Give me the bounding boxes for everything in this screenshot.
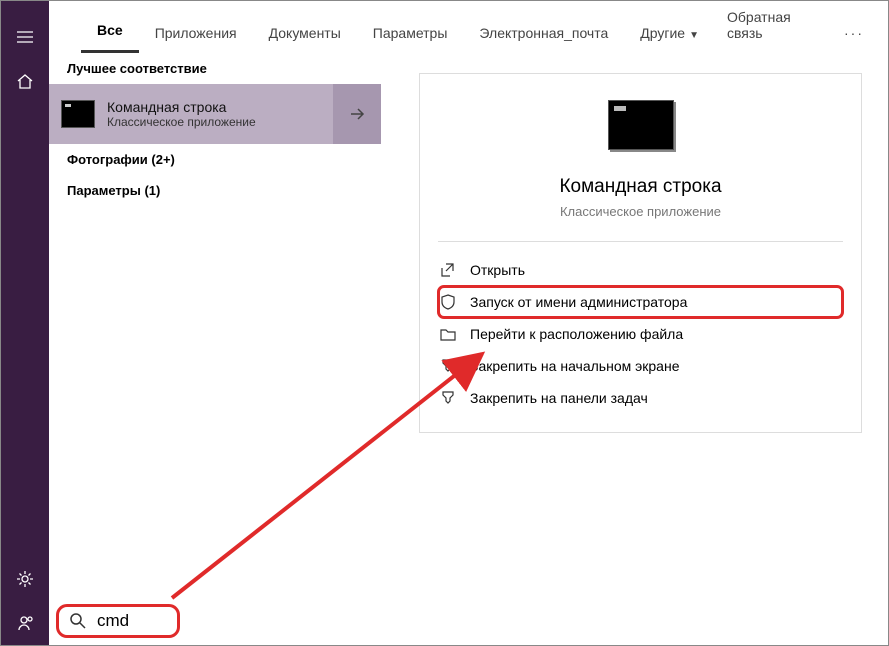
tab-other[interactable]: Другие ▼ — [624, 15, 715, 53]
tab-apps[interactable]: Приложения — [139, 15, 253, 53]
home-icon[interactable] — [1, 59, 49, 103]
result-main: Командная строка Классическое приложение — [49, 84, 333, 144]
action-open[interactable]: Открыть — [438, 254, 843, 286]
action-run-as-admin[interactable]: Запуск от имени администратора — [438, 286, 843, 318]
shield-icon — [440, 294, 456, 310]
tab-email[interactable]: Электронная_почта — [463, 15, 624, 53]
open-preview-button[interactable] — [333, 84, 381, 144]
action-pin-to-taskbar[interactable]: Закрепить на панели задач — [438, 382, 843, 414]
result-row-cmd[interactable]: Командная строка Классическое приложение — [49, 84, 381, 144]
chevron-down-icon: ▼ — [689, 30, 699, 41]
action-open-label: Открыть — [470, 262, 525, 278]
result-text: Командная строка Классическое приложение — [107, 99, 256, 129]
search-highlight — [59, 607, 177, 635]
menu-icon[interactable] — [1, 15, 49, 59]
search-bar — [49, 597, 888, 645]
actions-list: Открыть Запуск от имени администратора П… — [438, 254, 843, 414]
preview-card: Командная строка Классическое приложение… — [419, 73, 862, 433]
result-title: Командная строка — [107, 99, 256, 115]
gear-icon[interactable] — [1, 557, 49, 601]
pin-start-icon — [440, 358, 456, 374]
main-panel: Все Приложения Документы Параметры Элект… — [49, 1, 888, 645]
open-icon — [440, 262, 456, 278]
action-pin-task-label: Закрепить на панели задач — [470, 390, 648, 406]
search-icon — [69, 612, 87, 630]
category-photos[interactable]: Фотографии (2+) — [49, 144, 381, 175]
account-icon[interactable] — [1, 601, 49, 645]
search-input[interactable] — [97, 611, 167, 631]
best-match-label: Лучшее соответствие — [49, 53, 381, 84]
terminal-icon — [608, 100, 674, 150]
folder-icon — [440, 326, 456, 342]
action-location-label: Перейти к расположению файла — [470, 326, 683, 342]
pin-taskbar-icon — [440, 390, 456, 406]
action-admin-label: Запуск от имени администратора — [470, 294, 687, 310]
terminal-icon — [61, 100, 95, 128]
tab-documents[interactable]: Документы — [253, 15, 357, 53]
results-body: Лучшее соответствие Командная строка Кла… — [49, 53, 888, 597]
tab-settings[interactable]: Параметры — [357, 15, 464, 53]
left-sidebar — [1, 1, 49, 645]
category-settings[interactable]: Параметры (1) — [49, 175, 381, 206]
preview-pane: Командная строка Классическое приложение… — [381, 53, 888, 597]
feedback-link[interactable]: Обратная связь — [715, 0, 830, 53]
preview-title: Командная строка — [559, 176, 721, 198]
divider — [438, 241, 843, 242]
results-list: Лучшее соответствие Командная строка Кла… — [49, 53, 381, 597]
filter-tabs: Все Приложения Документы Параметры Элект… — [49, 1, 888, 53]
tab-other-label: Другие — [640, 25, 685, 41]
action-pin-to-start[interactable]: Закрепить на начальном экране — [438, 350, 843, 382]
preview-subtitle: Классическое приложение — [560, 204, 721, 219]
result-subtitle: Классическое приложение — [107, 115, 256, 129]
search-window: Все Приложения Документы Параметры Элект… — [0, 0, 889, 646]
action-pin-start-label: Закрепить на начальном экране — [470, 358, 680, 374]
more-icon[interactable]: ··· — [830, 15, 878, 53]
tab-all[interactable]: Все — [81, 12, 139, 53]
action-open-file-location[interactable]: Перейти к расположению файла — [438, 318, 843, 350]
